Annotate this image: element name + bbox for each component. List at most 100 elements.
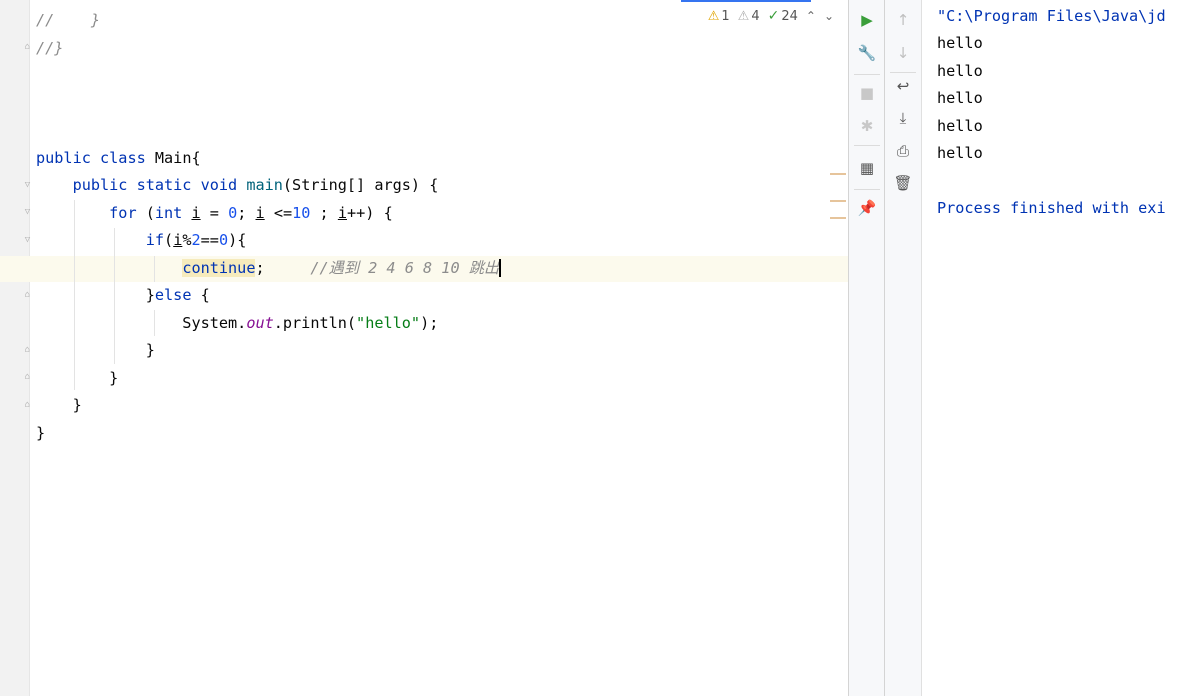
code-token: class xyxy=(100,148,155,167)
fold-marker-icon[interactable]: ⌂ xyxy=(23,43,32,52)
code-token: } xyxy=(36,341,155,359)
code-token: //遇到 2 4 6 8 10 跳出 xyxy=(310,258,500,277)
code-token: ++) { xyxy=(347,203,393,222)
console-output-line: hello xyxy=(937,144,983,162)
code-token: 0 xyxy=(218,231,229,249)
code-token: } xyxy=(36,423,46,442)
code-token: out xyxy=(246,313,274,332)
code-line[interactable]: System.out.println("hello"); xyxy=(36,310,438,337)
scrollbar-marker[interactable] xyxy=(830,200,846,202)
code-line[interactable]: } xyxy=(36,392,82,419)
code-line[interactable]: public class Main{ xyxy=(36,145,201,172)
run-console[interactable]: "C:\Program Files\Java\jd Process finish… xyxy=(921,0,1183,696)
code-line[interactable]: public static void main(String[] args) { xyxy=(36,172,439,199)
editor-gutter[interactable]: ⌂ ▽ ▽ ▽ ⌂ ⌂ ⌂ ⌂ xyxy=(0,0,30,696)
code-line[interactable]: } xyxy=(36,337,155,364)
code-token: == xyxy=(200,231,219,249)
fold-marker-icon[interactable]: ⌂ xyxy=(23,346,32,355)
toolbar-divider xyxy=(854,74,880,75)
code-token: System. xyxy=(36,313,247,332)
code-token: ; xyxy=(255,258,311,277)
wrench-icon[interactable]: 🔧 xyxy=(855,41,879,65)
code-token: int xyxy=(154,203,192,222)
code-line[interactable]: } xyxy=(36,365,118,392)
code-token: void xyxy=(200,176,247,194)
code-token: Main{ xyxy=(154,148,201,167)
trash-icon[interactable]: 🗑 xyxy=(891,171,915,195)
code-token: % xyxy=(182,231,192,249)
code-line[interactable]: // } xyxy=(36,7,100,34)
code-line[interactable]: }else { xyxy=(36,282,210,309)
debug-bug-icon[interactable]: ✱ xyxy=(855,114,879,138)
weak-warning-count[interactable]: ⚠ 4 xyxy=(738,9,760,24)
stop-icon[interactable]: ■ xyxy=(855,81,879,105)
toolbar-divider xyxy=(854,145,880,146)
warning-icon: ⚠ xyxy=(707,8,720,24)
weak-warning-icon: ⚠ xyxy=(737,8,750,24)
warning-count[interactable]: ⚠ 1 xyxy=(708,9,730,24)
scroll-to-end-icon[interactable]: ⤓ xyxy=(891,106,915,130)
console-exit-message: Process finished with exi xyxy=(937,199,1166,217)
code-token: for xyxy=(109,203,146,222)
code-token: i xyxy=(255,203,265,222)
code-token: "hello" xyxy=(356,313,421,332)
inspection-widget[interactable]: ⚠ 1 ⚠ 4 ✓ 24 ⌃ ⌄ xyxy=(708,8,834,24)
chevron-down-icon[interactable]: ⌄ xyxy=(824,9,834,23)
arrow-down-icon[interactable]: ↓ xyxy=(891,41,915,65)
rerun-icon[interactable]: ▶ xyxy=(855,8,879,32)
code-token: 10 xyxy=(292,203,311,222)
print-icon[interactable]: ⎙ xyxy=(891,139,915,163)
scrollbar-marker[interactable] xyxy=(830,217,846,219)
typo-check-icon: ✓ xyxy=(767,8,780,24)
code-token: ( xyxy=(145,203,155,222)
run-toolbar-primary: ▶ 🔧 ■ ✱ ▦ 📌 xyxy=(848,0,885,696)
code-text-area[interactable]: // } //} public class Main{ public static … xyxy=(36,0,848,696)
fold-marker-icon[interactable]: ▽ xyxy=(23,208,32,217)
pin-icon[interactable]: 📌 xyxy=(855,196,879,220)
fold-marker-icon[interactable]: ▽ xyxy=(23,181,32,190)
code-token: ); xyxy=(420,313,439,332)
code-token: public xyxy=(36,148,101,167)
code-line[interactable]: continue; //遇到 2 4 6 8 10 跳出 xyxy=(36,255,502,282)
code-token: { xyxy=(200,286,210,304)
code-line[interactable]: for (int i = 0; i <=10 ; i++) { xyxy=(36,200,393,227)
typo-count[interactable]: ✓ 24 xyxy=(768,8,798,24)
console-output-line: hello xyxy=(937,34,983,52)
code-token: i xyxy=(191,203,201,222)
text-caret xyxy=(499,259,502,277)
code-token: else xyxy=(154,286,201,304)
console-output-line: hello xyxy=(937,89,983,107)
code-line[interactable]: if(i%2==0){ xyxy=(36,227,247,254)
fold-marker-icon[interactable]: ▽ xyxy=(23,236,32,245)
toolbar-divider xyxy=(854,189,880,190)
code-token: static xyxy=(136,176,201,194)
code-token: //} xyxy=(36,38,64,57)
code-token: continue xyxy=(182,258,256,277)
run-toolbar-secondary: ↑ ↓ ↩ ⤓ ⎙ 🗑 xyxy=(884,0,921,696)
chevron-up-icon[interactable]: ⌃ xyxy=(806,9,816,23)
fold-marker-icon[interactable]: ⌂ xyxy=(23,401,32,410)
arrow-up-icon[interactable]: ↑ xyxy=(891,8,915,32)
code-token: ){ xyxy=(228,231,247,249)
layout-icon[interactable]: ▦ xyxy=(855,156,879,180)
code-token: } xyxy=(36,396,82,414)
code-line[interactable]: } xyxy=(36,420,45,447)
code-editor[interactable]: ⌂ ▽ ▽ ▽ ⌂ ⌂ ⌂ ⌂ // } //} public class Main… xyxy=(0,0,848,696)
code-token: .println( xyxy=(273,313,357,332)
code-token: // } xyxy=(36,11,101,29)
code-token: i xyxy=(173,231,183,249)
code-token: 2 xyxy=(191,231,201,249)
code-token: } xyxy=(36,368,119,387)
fold-marker-icon[interactable]: ⌂ xyxy=(23,291,32,300)
fold-marker-icon[interactable]: ⌂ xyxy=(23,373,32,382)
code-line[interactable]: //} xyxy=(36,35,63,62)
soft-wrap-icon[interactable]: ↩ xyxy=(891,74,915,98)
scrollbar-marker[interactable] xyxy=(830,173,846,175)
code-token: ( xyxy=(164,231,174,249)
toolbar-divider xyxy=(890,72,916,73)
